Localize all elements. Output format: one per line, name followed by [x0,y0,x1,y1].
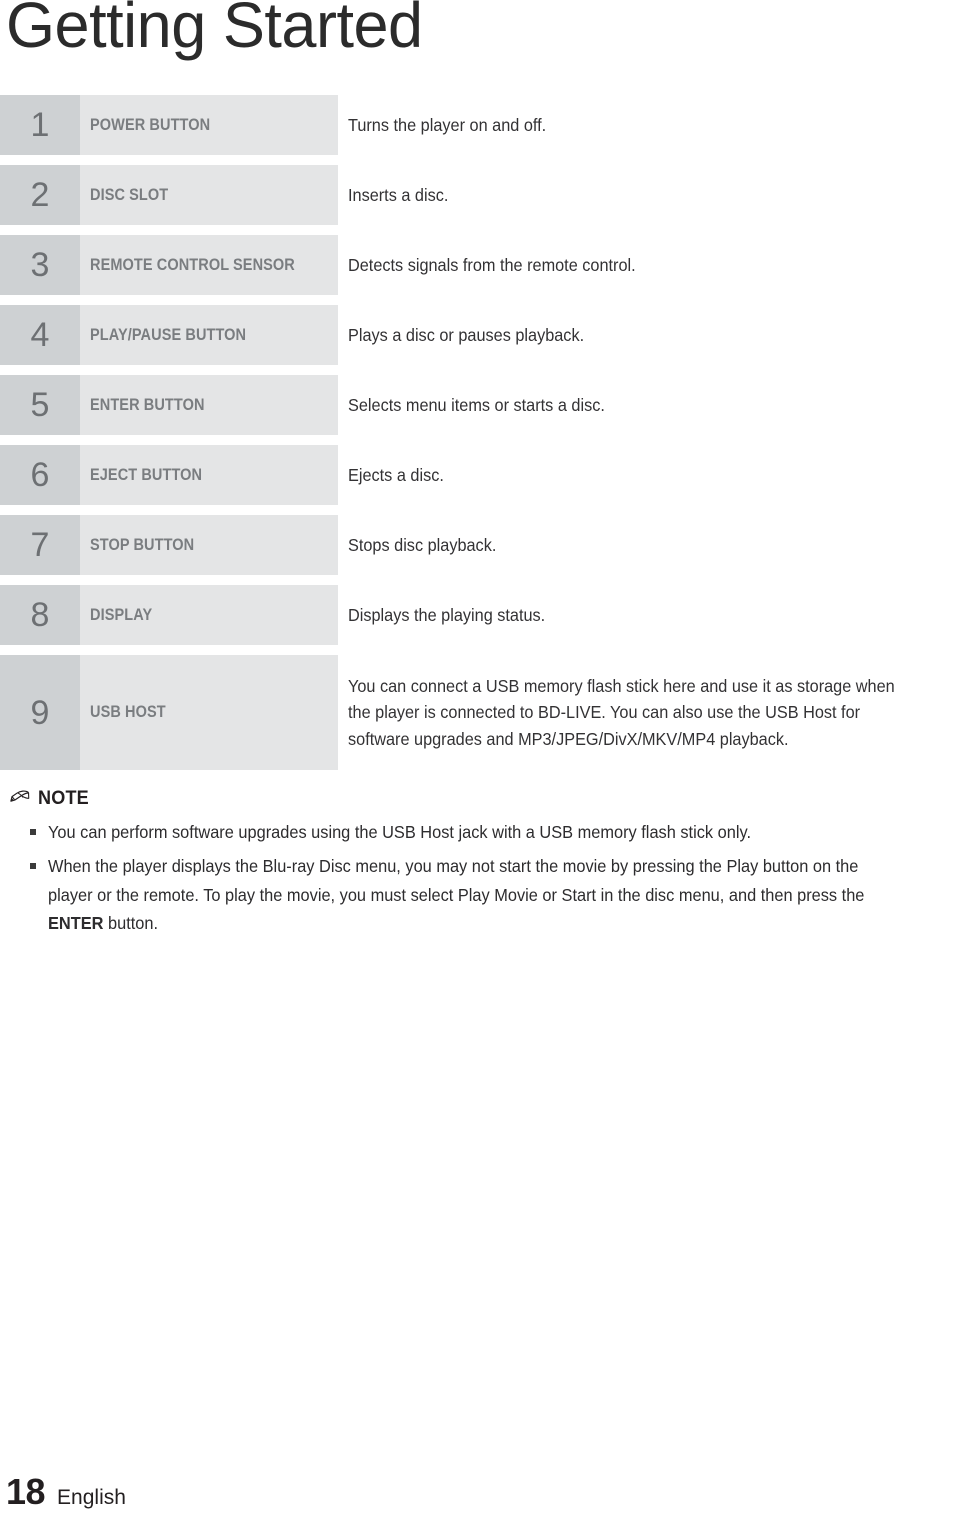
row-description: Plays a disc or pauses playback. [338,305,960,365]
note-heading: NOTE [0,788,960,810]
note-item-text-before: You can perform software upgrades using … [48,822,751,842]
row-label: EJECT BUTTON [80,445,338,505]
table-row: 5 ENTER BUTTON Selects menu items or sta… [0,375,960,435]
row-label: REMOTE CONTROL SENSOR [80,235,338,295]
page-footer: 18 English [6,1471,126,1513]
row-description-text: Selects menu items or starts a disc. [348,394,605,415]
row-description: Turns the player on and off. [338,95,960,155]
note-block: NOTE You can perform software upgrades u… [0,788,960,943]
row-description-text: Plays a disc or pauses playback. [348,324,585,345]
row-label: PLAY/PAUSE BUTTON [80,305,338,365]
row-number: 7 [0,515,80,575]
row-number: 2 [0,165,80,225]
row-description-text: Turns the player on and off. [348,114,547,135]
row-label: USB HOST [80,655,338,770]
table-row: 1 POWER BUTTON Turns the player on and o… [0,95,960,155]
table-row: 7 STOP BUTTON Stops disc playback. [0,515,960,575]
note-item-text: You can perform software upgrades using … [48,818,943,846]
row-number: 9 [0,655,80,770]
row-description-text: Detects signals from the remote control. [348,254,636,275]
note-item-text-after: button. [103,913,159,934]
row-label-text: USB HOST [90,703,166,721]
table-row: 6 EJECT BUTTON Ejects a disc. [0,445,960,505]
row-number: 5 [0,375,80,435]
row-description-text: Ejects a disc. [348,464,444,485]
row-description: Stops disc playback. [338,515,960,575]
bullet-icon [30,829,36,835]
row-label: POWER BUTTON [80,95,338,155]
row-label-text: POWER BUTTON [90,115,211,134]
table-row: 4 PLAY/PAUSE BUTTON Plays a disc or paus… [0,305,960,365]
row-number: 4 [0,305,80,365]
row-description: Inserts a disc. [338,165,960,225]
row-description: You can connect a USB memory flash stick… [338,655,960,770]
row-label: STOP BUTTON [80,515,338,575]
table-row: 9 USB HOST You can connect a USB memory … [0,655,960,770]
row-label-text: ENTER BUTTON [90,395,205,414]
row-label: DISPLAY [80,585,338,645]
table-row: 2 DISC SLOT Inserts a disc. [0,165,960,225]
table-row: 8 DISPLAY Displays the playing status. [0,585,960,645]
row-description-text: Inserts a disc. [348,184,449,205]
row-label-text: DISC SLOT [90,185,169,204]
page-number: 18 [6,1471,46,1512]
row-label-text: REMOTE CONTROL SENSOR [90,255,295,274]
spec-table: 1 POWER BUTTON Turns the player on and o… [0,95,960,780]
row-description-text: Stops disc playback. [348,534,497,555]
note-item-text: When the player displays the Blu-ray Dis… [48,852,943,937]
row-description: Displays the playing status. [338,585,960,645]
page-title: Getting Started [6,0,423,61]
row-label: DISC SLOT [80,165,338,225]
note-heading-label: NOTE [38,788,89,809]
row-label-text: DISPLAY [90,605,153,624]
row-label: ENTER BUTTON [80,375,338,435]
footer-language: English [57,1486,126,1509]
row-number: 8 [0,585,80,645]
row-number: 3 [0,235,80,295]
row-number: 6 [0,445,80,505]
note-item-text-bold: ENTER [48,913,104,934]
row-number: 1 [0,95,80,155]
row-description-text: Displays the playing status. [348,604,546,625]
pencil-icon [10,790,30,802]
row-description-text: You can connect a USB memory flash stick… [348,675,895,749]
row-description: Detects signals from the remote control. [338,235,960,295]
row-description: Ejects a disc. [338,445,960,505]
manual-page: Getting Started 1 POWER BUTTON Turns the… [0,0,960,1523]
table-row: 3 REMOTE CONTROL SENSOR Detects signals … [0,235,960,295]
note-item: When the player displays the Blu-ray Dis… [0,852,960,937]
note-item: You can perform software upgrades using … [0,818,960,846]
row-label-text: STOP BUTTON [90,535,195,554]
row-label-text: PLAY/PAUSE BUTTON [90,325,247,344]
note-item-text-before: When the player displays the Blu-ray Dis… [48,856,865,905]
row-label-text: EJECT BUTTON [90,465,203,484]
bullet-icon [30,863,36,870]
row-description: Selects menu items or starts a disc. [338,375,960,435]
